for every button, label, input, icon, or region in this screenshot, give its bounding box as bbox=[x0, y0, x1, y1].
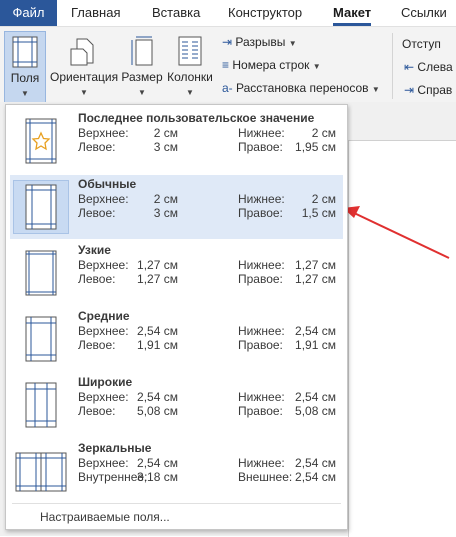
left-label: Левое: bbox=[78, 140, 116, 154]
margin-option-title: Последнее пользовательское значение bbox=[78, 111, 315, 125]
right-value: 5,08 см bbox=[295, 404, 336, 418]
right-value: 1,95 см bbox=[295, 140, 336, 154]
bottom-value: 1,27 см bbox=[295, 258, 336, 272]
right-label: Правое: bbox=[238, 272, 283, 286]
custom-margins-button[interactable]: Настраиваемые поля... bbox=[40, 510, 170, 524]
right-label: Правое: bbox=[238, 404, 283, 418]
top-value: 2 см bbox=[153, 192, 178, 206]
right-value: 1,5 см bbox=[301, 206, 336, 220]
page-margins-icon bbox=[25, 382, 57, 428]
outside-value: 2,54 см bbox=[295, 470, 336, 484]
margin-option-mirrored[interactable]: Зеркальные Верхнее: 2,54 см Нижнее: 2,54… bbox=[10, 439, 343, 503]
margins-dropdown: Последнее пользовательское значение Верх… bbox=[5, 104, 348, 530]
right-value: 1,91 см bbox=[295, 338, 336, 352]
margin-option-last-custom[interactable]: Последнее пользовательское значение Верх… bbox=[10, 109, 343, 173]
right-label: Правое: bbox=[238, 140, 283, 154]
margin-option-title: Средние bbox=[78, 309, 130, 323]
top-value: 2,54 см bbox=[137, 324, 178, 338]
page-mirrored-icon bbox=[15, 452, 67, 492]
top-value: 2,54 см bbox=[137, 390, 178, 404]
margin-option-wide[interactable]: Широкие Верхнее: 2,54 см Нижнее: 2,54 см… bbox=[10, 373, 343, 437]
top-value: 1,27 см bbox=[137, 258, 178, 272]
margin-option-title: Узкие bbox=[78, 243, 111, 257]
bottom-value: 2 см bbox=[311, 126, 336, 140]
page-margins-icon bbox=[25, 316, 57, 362]
left-value: 5,08 см bbox=[137, 404, 178, 418]
margin-option-title: Широкие bbox=[78, 375, 133, 389]
left-value: 3 см bbox=[153, 206, 178, 220]
bottom-value: 2,54 см bbox=[295, 390, 336, 404]
right-label: Правое: bbox=[238, 338, 283, 352]
left-value: 1,27 см bbox=[137, 272, 178, 286]
page-margins-icon bbox=[13, 180, 69, 234]
left-label: Левое: bbox=[78, 338, 116, 352]
left-label: Левое: bbox=[78, 272, 116, 286]
page-margins-icon bbox=[25, 250, 57, 296]
margin-option-moderate[interactable]: Средние Верхнее: 2,54 см Нижнее: 2,54 см… bbox=[10, 307, 343, 371]
right-label: Правое: bbox=[238, 206, 283, 220]
top-value: 2,54 см bbox=[137, 456, 178, 470]
left-label: Левое: bbox=[78, 206, 116, 220]
bottom-value: 2,54 см bbox=[295, 324, 336, 338]
margin-option-normal[interactable]: Обычные Верхнее: 2 см Нижнее: 2 см Левое… bbox=[10, 175, 343, 239]
menu-divider bbox=[12, 503, 341, 504]
inside-value: 3,18 см bbox=[137, 470, 178, 484]
bottom-value: 2,54 см bbox=[295, 456, 336, 470]
bottom-value: 2 см bbox=[311, 192, 336, 206]
margin-option-title: Обычные bbox=[78, 177, 137, 191]
top-value: 2 см bbox=[153, 126, 178, 140]
right-value: 1,27 см bbox=[295, 272, 336, 286]
margin-option-title: Зеркальные bbox=[78, 441, 152, 455]
page-star-icon bbox=[25, 118, 57, 164]
left-value: 3 см bbox=[153, 140, 178, 154]
left-value: 1,91 см bbox=[137, 338, 178, 352]
left-label: Левое: bbox=[78, 404, 116, 418]
margin-option-narrow[interactable]: Узкие Верхнее: 1,27 см Нижнее: 1,27 см Л… bbox=[10, 241, 343, 305]
